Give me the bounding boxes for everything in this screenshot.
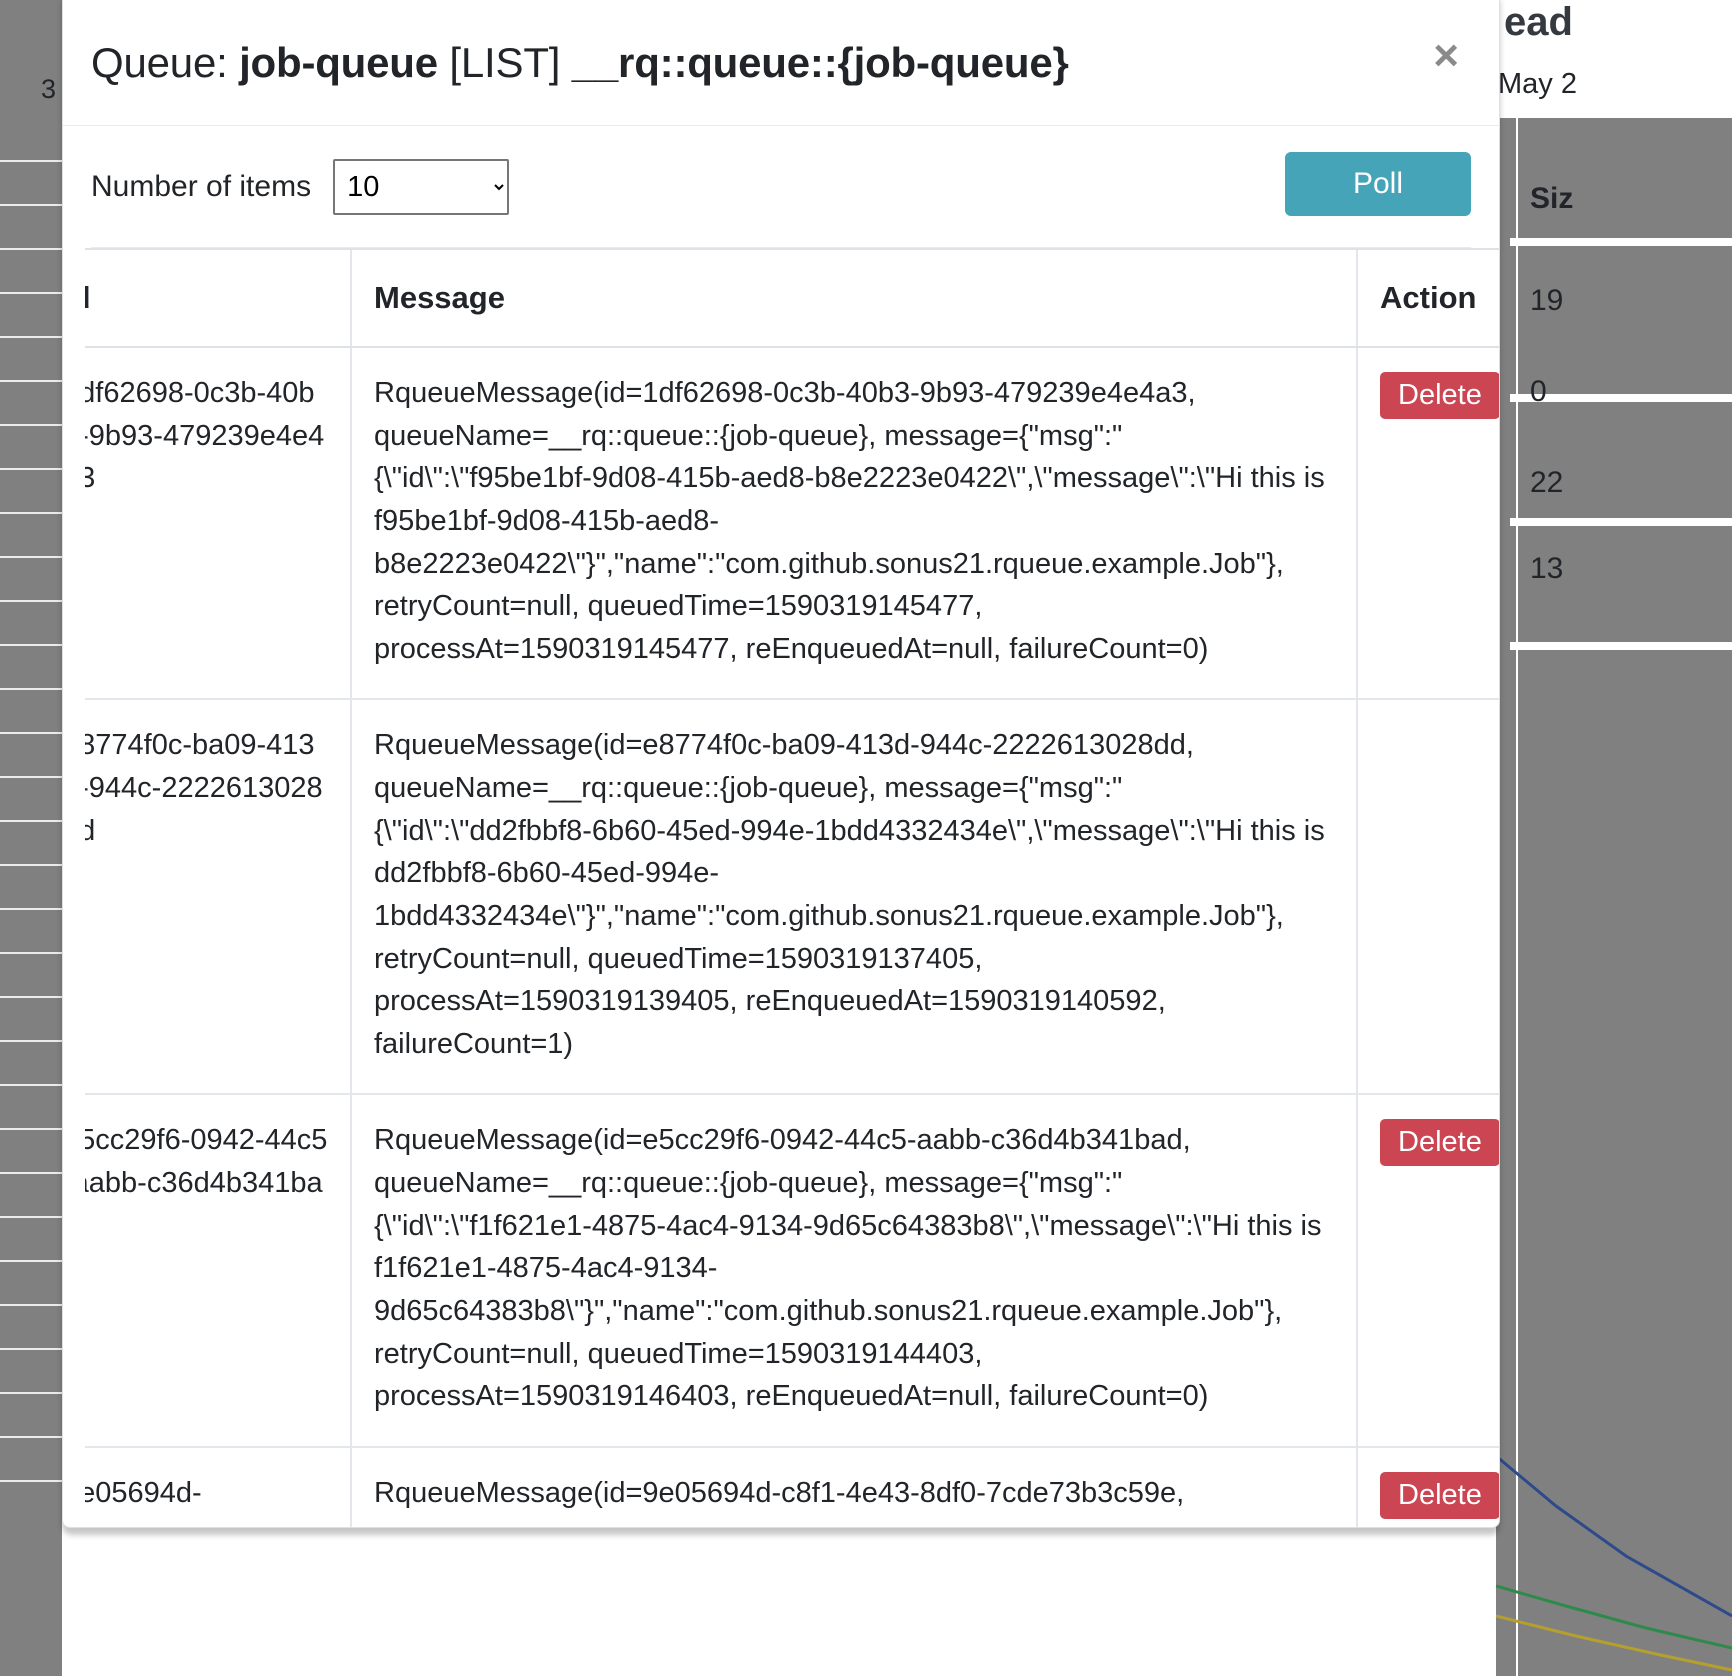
delete-button[interactable]: Delete bbox=[1380, 372, 1499, 419]
modal-title-key: __rq::queue::{job-queue} bbox=[571, 38, 1069, 86]
delete-button[interactable]: Delete bbox=[1380, 1119, 1499, 1167]
background-date-text: May 2 bbox=[1498, 68, 1577, 100]
message-id: e8774f0c-ba09-413d-944c-2222613028dd bbox=[85, 729, 323, 846]
queue-messages-table: Id Message Action 1df62698-0c3b-40b3-9b9… bbox=[85, 248, 1499, 1527]
cell-action: Delete bbox=[1356, 1445, 1499, 1527]
modal-controls: Number of items 10 20 50 100 Poll bbox=[91, 126, 1471, 248]
background-grey-cell bbox=[1510, 246, 1732, 394]
number-of-items-label: Number of items bbox=[91, 169, 312, 203]
cell-message: RqueueMessage(id=1df62698-0c3b-40b3-9b93… bbox=[350, 345, 1357, 700]
table-body: 1df62698-0c3b-40b3-9b93-479239e4e4a3 Rqu… bbox=[85, 345, 1499, 1527]
cell-action: Delete bbox=[1356, 345, 1499, 700]
message-id: 9e05694d- bbox=[85, 1476, 202, 1509]
modal-title-type: [LIST] bbox=[449, 38, 561, 86]
cell-message: RqueueMessage(id=9e05694d-c8f1-4e43-8df0… bbox=[350, 1445, 1357, 1527]
background-grey-cell bbox=[1510, 402, 1732, 518]
column-header-id-label: Id bbox=[85, 280, 328, 316]
cell-message: RqueueMessage(id=e8774f0c-ba09-413d-944c… bbox=[350, 698, 1357, 1095]
message-id: 1df62698-0c3b-40b3-9b93-479239e4e4a3 bbox=[85, 377, 325, 494]
cell-action bbox=[1356, 698, 1499, 1095]
modal-header: Queue: job-queue [LIST] __rq::queue::{jo… bbox=[63, 0, 1499, 126]
column-header-id: Id bbox=[85, 248, 351, 348]
table-row: e8774f0c-ba09-413d-944c-2222613028dd Rqu… bbox=[85, 698, 1499, 1095]
background-header-text: ead bbox=[1504, 0, 1573, 44]
table-row: 1df62698-0c3b-40b3-9b93-479239e4e4a3 Rqu… bbox=[85, 345, 1499, 700]
number-of-items-select[interactable]: 10 20 50 100 bbox=[333, 158, 510, 215]
modal-title-queue-name: job-queue bbox=[239, 38, 438, 86]
background-left-value: 3 bbox=[40, 74, 56, 104]
queue-detail-modal: Queue: job-queue [LIST] __rq::queue::{jo… bbox=[62, 0, 1500, 1528]
cell-id: e8774f0c-ba09-413d-944c-2222613028dd bbox=[85, 698, 351, 1095]
poll-button[interactable]: Poll bbox=[1285, 152, 1471, 216]
modal-title: Queue: job-queue [LIST] __rq::queue::{jo… bbox=[91, 39, 1069, 87]
column-header-action: Action bbox=[1356, 248, 1499, 348]
background-left-table: 3 bbox=[0, 0, 62, 1676]
cell-message: RqueueMessage(id=e5cc29f6-0942-44c5-aabb… bbox=[350, 1093, 1357, 1447]
background-size-value: 22 bbox=[1530, 466, 1564, 499]
delete-button[interactable]: Delete bbox=[1380, 1471, 1499, 1519]
table-row: e5cc29f6-0942-44c5-aabb-c36d4b341bad Rqu… bbox=[85, 1093, 1499, 1447]
table-header-row: Id Message Action bbox=[85, 248, 1499, 348]
close-icon[interactable]: × bbox=[1423, 30, 1469, 82]
table-row: 9e05694d- RqueueMessage(id=9e05694d-c8f1… bbox=[85, 1445, 1499, 1527]
background-grey-cell bbox=[1510, 118, 1732, 238]
background-size-header: Siz bbox=[1530, 182, 1574, 215]
background-size-value: 19 bbox=[1530, 284, 1564, 317]
cell-action: Delete bbox=[1356, 1093, 1499, 1447]
background-size-value: 0 bbox=[1530, 375, 1547, 408]
modal-body: Number of items 10 20 50 100 Poll Id M bbox=[63, 126, 1499, 1527]
cell-id: 1df62698-0c3b-40b3-9b93-479239e4e4a3 bbox=[85, 345, 351, 700]
cell-id: e5cc29f6-0942-44c5-aabb-c36d4b341bad bbox=[85, 1093, 351, 1447]
column-header-message: Message bbox=[350, 248, 1357, 348]
background-size-value: 13 bbox=[1530, 552, 1564, 585]
page-root: 3 ead May 2 Siz 19 0 22 13 Queue: job-qu… bbox=[0, 0, 1732, 1676]
modal-title-prefix: Queue: bbox=[91, 38, 228, 86]
cell-id: 9e05694d- bbox=[85, 1445, 351, 1527]
message-id: e5cc29f6-0942-44c5-aabb-c36d4b341bad bbox=[85, 1124, 328, 1199]
background-chart bbox=[1496, 1256, 1732, 1676]
